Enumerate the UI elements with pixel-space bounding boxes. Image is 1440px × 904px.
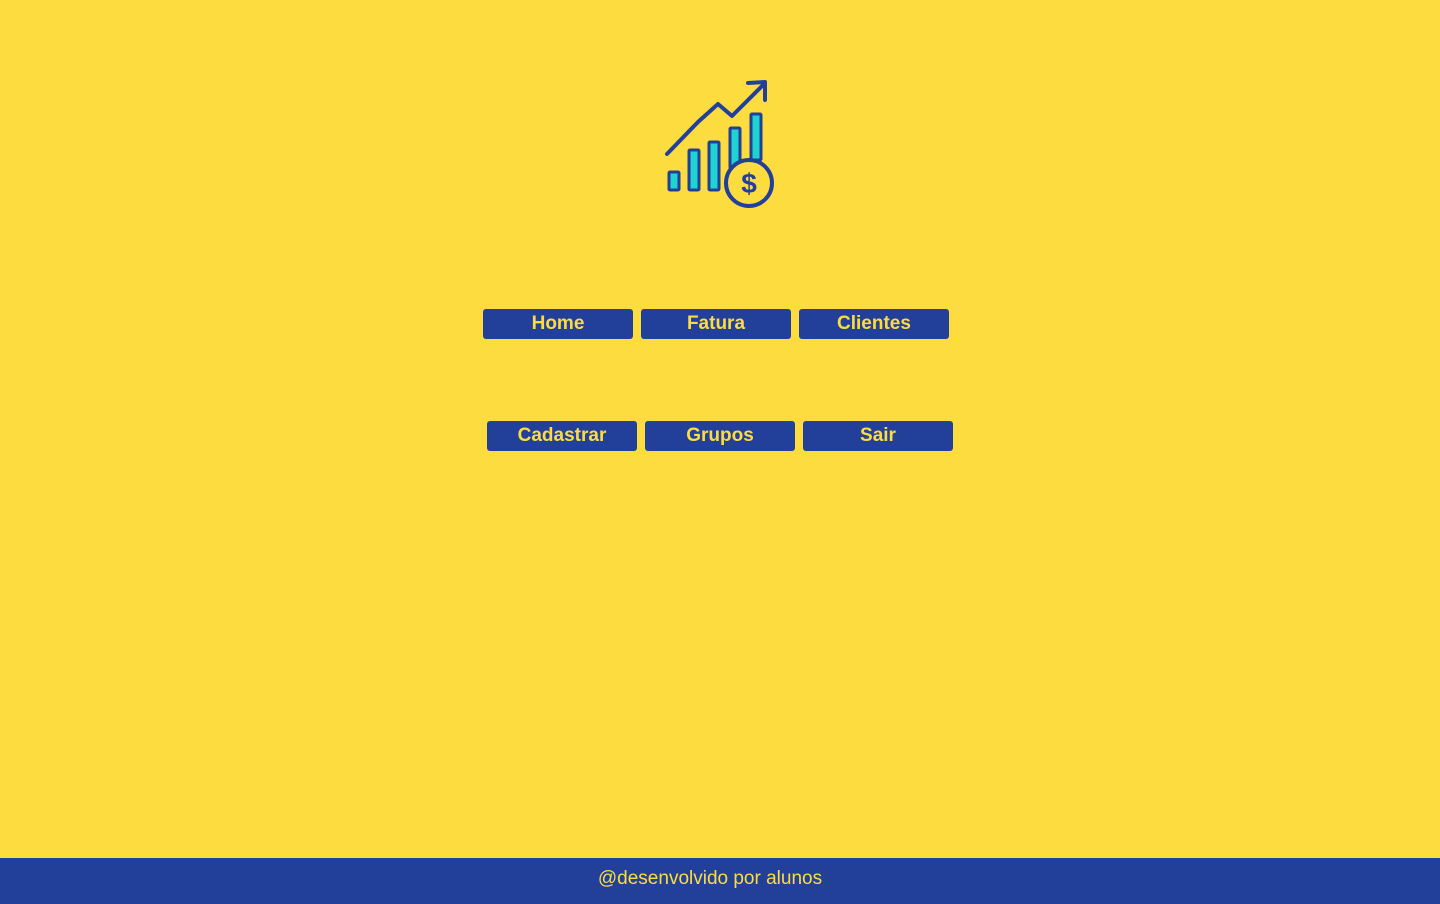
grupos-button[interactable]: Grupos bbox=[645, 421, 795, 451]
footer-credit-text: @desenvolvido por alunos bbox=[597, 868, 823, 889]
clientes-button[interactable]: Clientes bbox=[799, 309, 949, 339]
growth-chart-dollar-icon: $ bbox=[665, 80, 774, 208]
fatura-button[interactable]: Fatura bbox=[641, 309, 791, 339]
main-page: $ Home Fatura Clientes Cadastrar Grupos … bbox=[0, 0, 1440, 904]
sair-button[interactable]: Sair bbox=[803, 421, 953, 451]
svg-text:$: $ bbox=[741, 168, 757, 199]
cadastrar-button[interactable]: Cadastrar bbox=[487, 421, 637, 451]
footer: @desenvolvido por alunos bbox=[0, 858, 1440, 904]
home-button[interactable]: Home bbox=[483, 309, 633, 339]
